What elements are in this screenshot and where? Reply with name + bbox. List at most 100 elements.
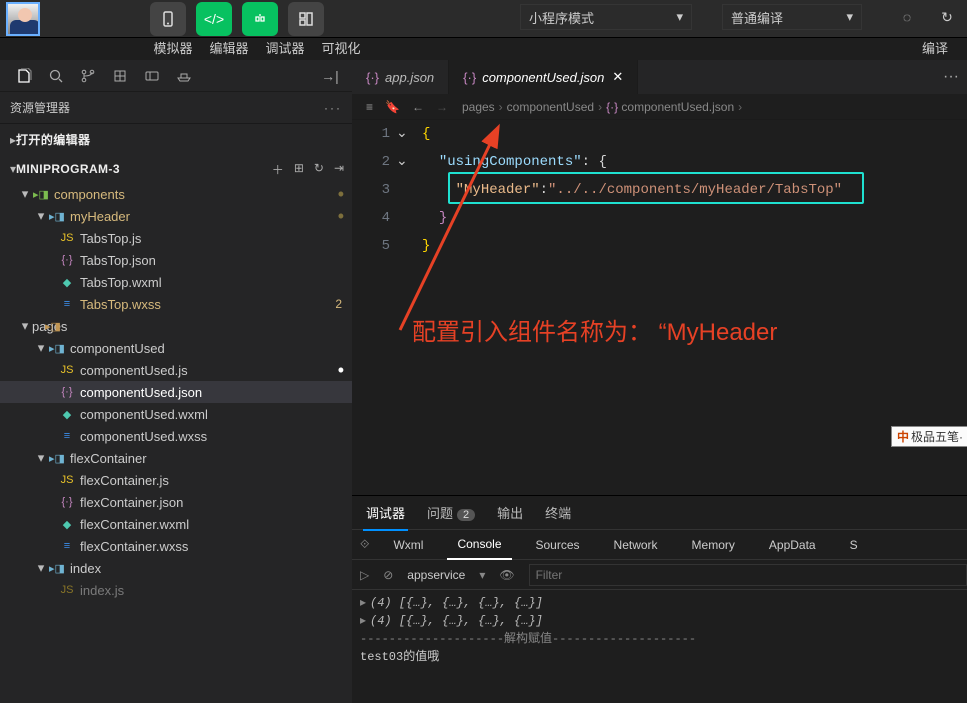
panel-tab-output[interactable]: 输出	[497, 503, 523, 522]
file-componentUsed-wxml[interactable]: ◆componentUsed.wxml	[0, 403, 352, 425]
devtool-tab-more[interactable]: S	[840, 531, 868, 559]
chevron-down-icon: ▾	[18, 186, 32, 202]
wxss-icon: ≡	[58, 540, 76, 552]
code-editor[interactable]: 12345 ⌄⌄ { "usingComponents": { "MyHeade…	[352, 120, 967, 495]
new-file-icon[interactable]: ＋	[272, 161, 284, 178]
eye-icon[interactable]: 👁	[499, 568, 514, 582]
wxss-icon: ≡	[58, 298, 76, 310]
js-icon: JS	[58, 232, 76, 244]
chevron-down-icon: ▾	[846, 9, 853, 25]
tab-componentUsed-json[interactable]: {·}componentUsed.json✕	[449, 60, 638, 94]
open-editors-header[interactable]: ▸ 打开的编辑器	[0, 124, 352, 155]
file-componentUsed-wxss[interactable]: ≡componentUsed.wxss	[0, 425, 352, 447]
avatar[interactable]	[6, 2, 40, 36]
breadcrumb-item[interactable]: pages	[462, 100, 495, 114]
breadcrumb-item[interactable]: componentUsed	[507, 100, 594, 114]
collapse-icon[interactable]: →|	[314, 68, 346, 84]
file-tabstop-json[interactable]: {·}TabsTop.json	[0, 249, 352, 271]
panel-tab-debugger[interactable]: 调试器	[366, 503, 405, 522]
json-icon: {·}	[463, 70, 476, 85]
compile-label: 普通编译	[731, 8, 783, 27]
compile-dropdown[interactable]: 普通编译 ▾	[722, 4, 862, 30]
ime-indicator: 中极品五笔·	[891, 426, 967, 447]
wxml-icon: ◆	[58, 408, 76, 421]
devtool-tab-network[interactable]: Network	[604, 531, 668, 559]
file-index-js[interactable]: JSindex.js	[0, 579, 352, 601]
branch-icon[interactable]	[72, 68, 104, 84]
simulator-button[interactable]	[150, 2, 186, 36]
file-tabstop-wxml[interactable]: ◆TabsTop.wxml	[0, 271, 352, 293]
folder-flexContainer[interactable]: ▾▸◨flexContainer	[0, 447, 352, 469]
visualize-button[interactable]	[288, 2, 324, 36]
editor-button[interactable]: </>	[196, 2, 232, 36]
bookmark-icon[interactable]: 🔖	[385, 100, 400, 114]
new-folder-icon[interactable]: ⊞	[294, 161, 304, 178]
file-flexContainer-wxml[interactable]: ◆flexContainer.wxml	[0, 513, 352, 535]
context-select[interactable]: appservice	[407, 568, 465, 582]
filter-input[interactable]	[529, 564, 967, 586]
devtool-tab-memory[interactable]: Memory	[682, 531, 745, 559]
devtool-tab-wxml[interactable]: Wxml	[383, 531, 433, 559]
panel-tab-terminal[interactable]: 终端	[545, 503, 571, 522]
panel-icon[interactable]	[136, 68, 168, 84]
files-icon[interactable]	[8, 68, 40, 84]
explorer-label: 资源管理器	[10, 99, 70, 116]
file-flexContainer-json[interactable]: {·}flexContainer.json	[0, 491, 352, 513]
file-tabstop-wxss[interactable]: ≡TabsTop.wxss2	[0, 293, 352, 315]
folder-icon: ▸◨	[48, 210, 66, 223]
problem-badge: 2	[457, 509, 475, 521]
annotation-text: 配置引入组件名称为： “MyHeader	[412, 312, 777, 347]
chevron-down-icon: ▾	[34, 560, 48, 576]
search-icon[interactable]	[40, 68, 72, 84]
more-tabs-icon[interactable]: ···	[943, 68, 959, 86]
inspect-icon[interactable]: ⟐	[360, 537, 369, 552]
ship-icon[interactable]	[168, 68, 200, 84]
fold-column[interactable]: ⌄⌄	[396, 120, 412, 232]
folder-components[interactable]: ▾▸◨components•	[0, 183, 352, 205]
chevron-down-icon: ▾	[34, 450, 48, 466]
mini-icon[interactable]: ≡	[366, 100, 373, 114]
file-componentUsed-json[interactable]: {·}componentUsed.json	[0, 381, 352, 403]
chevron-down-icon: ▾	[479, 568, 485, 582]
back-icon[interactable]: ←	[412, 100, 424, 114]
clear-icon[interactable]: ⊘	[383, 568, 393, 582]
fwd-icon[interactable]: →	[436, 100, 448, 114]
js-icon: JS	[58, 584, 76, 596]
wxml-icon: ◆	[58, 518, 76, 531]
folder-index[interactable]: ▾▸◨index	[0, 557, 352, 579]
refresh-icon[interactable]: ↻	[932, 4, 962, 30]
mode-label: 小程序模式	[529, 8, 594, 27]
refresh-icon[interactable]: ↻	[314, 161, 324, 178]
debugger-button[interactable]	[242, 2, 278, 36]
layers-icon[interactable]	[104, 68, 136, 84]
file-tabstop-js[interactable]: JSTabsTop.js	[0, 227, 352, 249]
file-flexContainer-wxss[interactable]: ≡flexContainer.wxss	[0, 535, 352, 557]
file-flexContainer-js[interactable]: JSflexContainer.js	[0, 469, 352, 491]
project-header[interactable]: ▾ MINIPROGRAM-3 ＋ ⊞ ↻ ⇥	[0, 155, 352, 183]
close-icon[interactable]: ✕	[612, 69, 623, 85]
folder-myHeader[interactable]: ▾▸◨myHeader•	[0, 205, 352, 227]
more-button[interactable]: ◌	[892, 4, 922, 30]
tab-app-json[interactable]: {·}app.json	[352, 60, 449, 94]
devtool-tab-appdata[interactable]: AppData	[759, 531, 826, 559]
folder-icon: ▸◨	[32, 188, 50, 201]
console-output[interactable]: ▸(4) [{…}, {…}, {…}, {…}] ▸(4) [{…}, {…}…	[352, 590, 967, 703]
devtool-tab-sources[interactable]: Sources	[526, 531, 590, 559]
file-componentUsed-js[interactable]: JScomponentUsed.js•	[0, 359, 352, 381]
breadcrumb-item[interactable]: componentUsed.json	[621, 100, 734, 114]
toolbar-labels: 模拟器 编辑器 调试器 可视化 编译	[0, 38, 967, 58]
folder-pages[interactable]: ▾▸◨pages	[0, 315, 352, 337]
panel-tab-problems[interactable]: 问题2	[427, 503, 475, 522]
json-icon: {·}	[58, 386, 76, 398]
run-icon[interactable]: ▷	[360, 568, 369, 582]
wxss-icon: ≡	[58, 430, 76, 442]
line-numbers: 12345	[352, 120, 396, 260]
devtool-tab-console[interactable]: Console	[447, 530, 511, 560]
more-icon[interactable]: ···	[324, 101, 342, 115]
folder-icon: ▸◨	[48, 562, 66, 575]
chevron-down-icon: ▾	[18, 318, 32, 334]
collapse-all-icon[interactable]: ⇥	[334, 161, 344, 178]
folder-componentUsed[interactable]: ▾▸◨componentUsed	[0, 337, 352, 359]
folder-icon: ▸◨	[48, 342, 66, 355]
mode-dropdown[interactable]: 小程序模式▾	[520, 4, 692, 30]
